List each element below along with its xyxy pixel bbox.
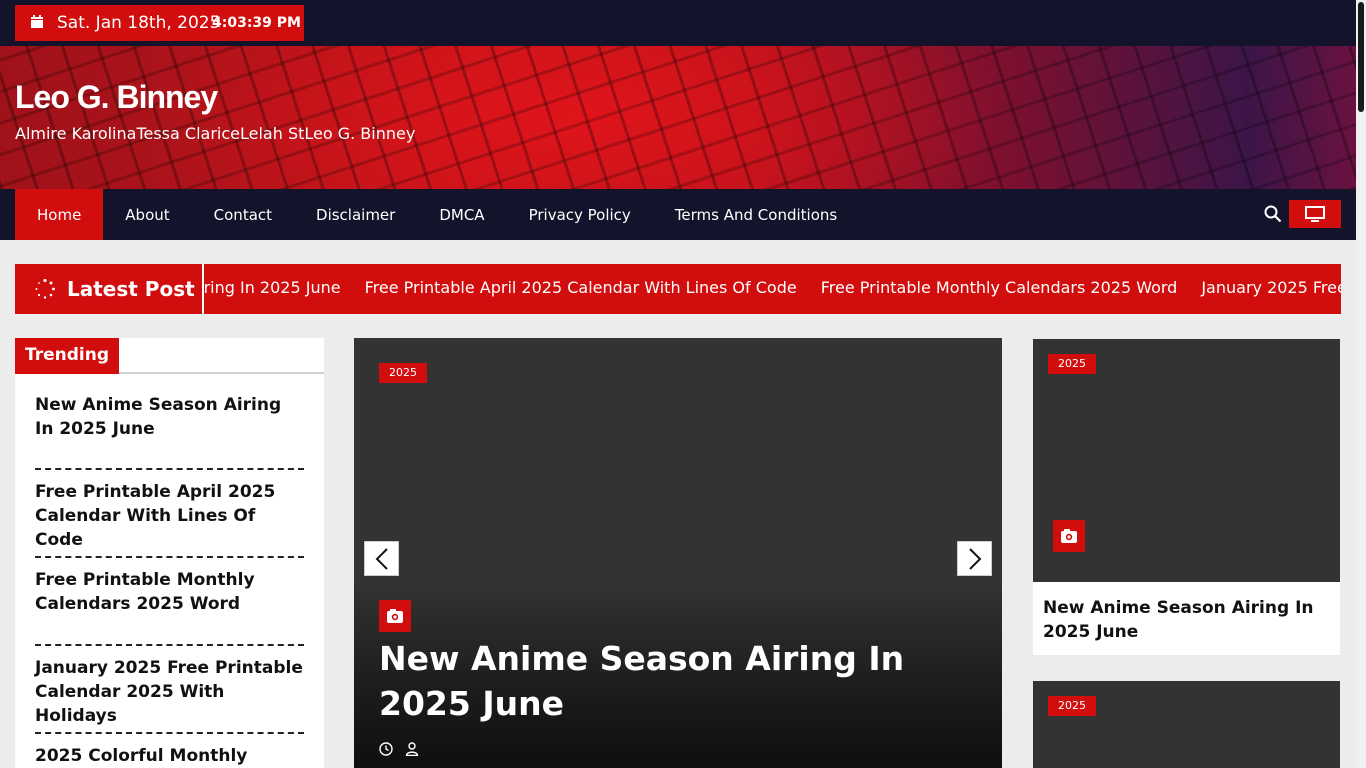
- ticker-item[interactable]: January 2025 Free Printable Calendar 202…: [1201, 278, 1341, 297]
- trending-item[interactable]: Free Printable Monthly Calendars 2025 Wo…: [35, 568, 304, 616]
- current-date: Sat. Jan 18th, 2025: [57, 13, 221, 33]
- slider-next-button[interactable]: [957, 541, 992, 576]
- post-format-button[interactable]: [1053, 520, 1085, 552]
- ticker-item[interactable]: Free Printable April 2025 Calendar With …: [365, 278, 797, 297]
- ticker-item[interactable]: Free Printable Monthly Calendars 2025 Wo…: [821, 278, 1178, 297]
- latest-post-ticker: Latest Post New Anime Season Airing In 2…: [15, 264, 1341, 314]
- site-header: Leo G. Binney Almire KarolinaTessa Clari…: [0, 46, 1356, 189]
- site-title[interactable]: Leo G. Binney: [15, 79, 218, 116]
- trending-item[interactable]: Free Printable April 2025 Calendar With …: [35, 480, 304, 552]
- ticker-track: New Anime Season Airing In 2025 June Fre…: [204, 264, 1341, 314]
- latest-post-label-box: Latest Post: [15, 264, 202, 314]
- nav-item-home[interactable]: Home: [15, 189, 104, 240]
- trending-item[interactable]: New Anime Season Airing In 2025 June: [35, 393, 304, 441]
- divider: [35, 468, 304, 470]
- side-post-card: 2025: [1033, 681, 1340, 768]
- side-post-title[interactable]: New Anime Season Airing In 2025 June: [1043, 596, 1328, 644]
- nav-item-dmca[interactable]: DMCA: [417, 189, 506, 240]
- category-badge[interactable]: 2025: [379, 363, 427, 383]
- screen-toggle-button[interactable]: [1289, 200, 1341, 228]
- trending-item[interactable]: January 2025 Free Printable Calendar 202…: [35, 656, 304, 728]
- post-meta: [379, 742, 419, 756]
- user-icon[interactable]: [405, 742, 419, 756]
- ticker-item[interactable]: New Anime Season Airing In 2025 June: [204, 278, 341, 297]
- trending-widget: Trending New Anime Season Airing In 2025…: [15, 338, 324, 768]
- featured-post-title[interactable]: New Anime Season Airing In 2025 June: [379, 636, 979, 726]
- monitor-icon: [1305, 206, 1325, 222]
- calendar-icon: [31, 15, 43, 28]
- trending-header: Trending: [15, 338, 324, 374]
- trending-item[interactable]: 2025 Colorful Monthly: [35, 744, 304, 768]
- clock-icon: [379, 742, 393, 756]
- side-post-card: 2025 New Anime Season Airing In 2025 Jun…: [1033, 339, 1340, 655]
- nav-item-privacy-policy[interactable]: Privacy Policy: [507, 189, 653, 240]
- chevron-left-icon: [375, 548, 388, 570]
- page-scrollbar[interactable]: [1356, 0, 1366, 768]
- divider: [35, 732, 304, 734]
- scrollbar-thumb[interactable]: [1358, 2, 1364, 112]
- nav-item-disclaimer[interactable]: Disclaimer: [294, 189, 417, 240]
- nav-item-contact[interactable]: Contact: [192, 189, 294, 240]
- divider: [35, 644, 304, 646]
- loading-spinner-icon: [35, 279, 55, 299]
- camera-icon: [387, 609, 403, 623]
- main-navigation: Home About Contact Disclaimer DMCA Priva…: [0, 189, 1356, 240]
- nav-item-about[interactable]: About: [103, 189, 191, 240]
- post-thumbnail[interactable]: [1033, 681, 1340, 768]
- current-time: 4:03:39 PM: [212, 15, 301, 31]
- nav-item-terms[interactable]: Terms And Conditions: [653, 189, 859, 240]
- chevron-right-icon: [969, 548, 982, 570]
- site-tagline: Almire KarolinaTessa ClariceLelah StLeo …: [15, 124, 416, 143]
- post-format-button[interactable]: [379, 600, 411, 632]
- top-bar: Sat. Jan 18th, 2025 4:03:39 PM: [0, 0, 1356, 46]
- slider-prev-button[interactable]: [364, 541, 399, 576]
- search-icon[interactable]: [1264, 205, 1282, 223]
- trending-title: Trending: [15, 338, 120, 374]
- featured-slider: 2025 New Anime Season Airing In 2025 Jun…: [354, 338, 1002, 768]
- category-badge[interactable]: 2025: [1048, 696, 1096, 716]
- category-badge[interactable]: 2025: [1048, 354, 1096, 374]
- camera-icon: [1061, 529, 1077, 543]
- date-time-box: Sat. Jan 18th, 2025 4:03:39 PM: [15, 5, 304, 41]
- divider: [35, 556, 304, 558]
- latest-post-label: Latest Post: [67, 277, 195, 301]
